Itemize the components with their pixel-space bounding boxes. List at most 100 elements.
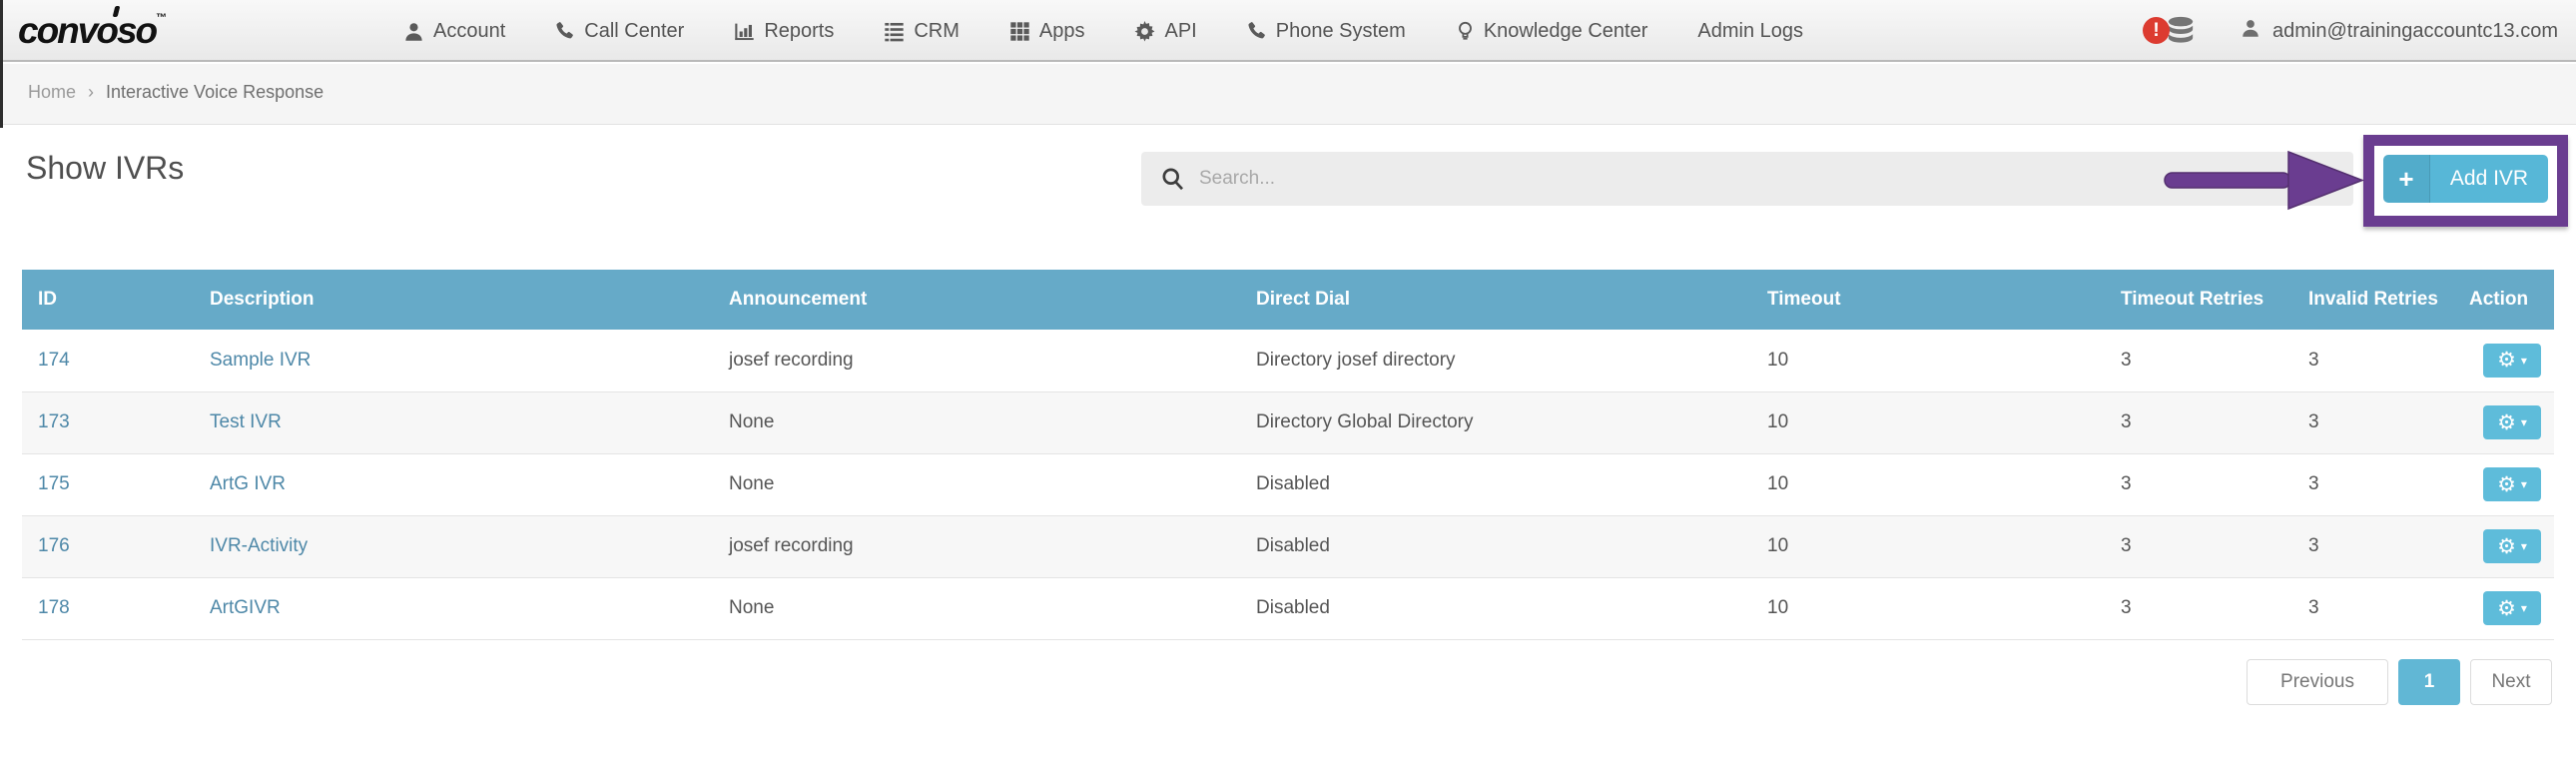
nav-item-call-center[interactable]: Call Center [555, 20, 684, 43]
ivr-direct-dial: Disabled [1256, 597, 1330, 618]
breadcrumb-current: Interactive Voice Response [106, 82, 324, 102]
breadcrumb-bar: Home › Interactive Voice Response [0, 64, 2576, 125]
grid-icon [1009, 21, 1030, 42]
ivr-timeout: 10 [1767, 535, 1789, 556]
table-row: 175 ArtG IVR None Disabled 10 3 3 ⚙ ▾ [22, 453, 2554, 515]
col-header-id: ID [38, 289, 57, 310]
pagination: Previous 1 Next [2247, 659, 2552, 705]
ivr-invalid-retries: 3 [2308, 473, 2319, 494]
database-alert-indicator[interactable]: ! [2142, 11, 2201, 51]
ivr-direct-dial: Disabled [1256, 473, 1330, 494]
ivr-announcement: None [729, 473, 775, 494]
user-icon [2241, 18, 2260, 44]
gear-icon: ⚙ [2497, 349, 2516, 373]
ivr-description-link[interactable]: IVR-Activity [210, 535, 308, 556]
lightbulb-icon [1456, 21, 1475, 42]
nav-item-reports[interactable]: Reports [734, 20, 834, 43]
chevron-down-icon: ▾ [2520, 477, 2527, 491]
ivr-timeout: 10 [1767, 411, 1789, 432]
nav-label: Knowledge Center [1483, 19, 1648, 42]
table-row: 176 IVR-Activity josef recording Disable… [22, 515, 2554, 577]
ivr-timeout-retries: 3 [2121, 349, 2132, 371]
bar-chart-icon [734, 21, 755, 42]
table-header-row: ID Description Announcement Direct Dial … [22, 270, 2554, 330]
ivr-timeout: 10 [1767, 349, 1789, 371]
ivr-description-link[interactable]: Sample IVR [210, 350, 311, 371]
ivr-timeout-retries: 3 [2121, 535, 2132, 556]
col-header-announcement: Announcement [729, 289, 868, 310]
ivr-description-link[interactable]: Test IVR [210, 411, 282, 432]
add-ivr-button[interactable]: + Add IVR [2383, 155, 2548, 203]
table-row: 178 ArtGIVR None Disabled 10 3 3 ⚙ ▾ [22, 577, 2554, 639]
ivr-invalid-retries: 3 [2308, 597, 2319, 618]
gear-icon: ⚙ [2497, 472, 2516, 496]
nav-item-api[interactable]: API [1134, 20, 1197, 43]
ivr-id-link[interactable]: 173 [38, 411, 70, 432]
ivr-table: ID Description Announcement Direct Dial … [22, 270, 2554, 640]
nav-item-admin-logs[interactable]: Admin Logs [1697, 20, 1803, 43]
annotation-highlight-box: + Add IVR [2363, 135, 2568, 227]
breadcrumb-home-link[interactable]: Home [28, 82, 76, 103]
gear-icon: ⚙ [2497, 534, 2516, 558]
previous-page-button[interactable]: Previous [2247, 659, 2388, 705]
ivr-timeout-retries: 3 [2121, 597, 2132, 618]
nav-item-phone-system[interactable]: Phone System [1247, 20, 1406, 43]
ivr-timeout: 10 [1767, 597, 1789, 618]
phone-icon [1247, 21, 1267, 41]
gear-icon [1134, 20, 1155, 42]
top-navbar: convoso™ Account Call Center Reports CRM… [0, 0, 2576, 128]
nav-label: Phone System [1275, 19, 1406, 42]
search-input[interactable] [1199, 152, 2327, 206]
ivr-announcement: None [729, 411, 775, 432]
search-box [1141, 152, 2353, 206]
table-row: 174 Sample IVR josef recording Directory… [22, 330, 2554, 391]
ivr-id-link[interactable]: 175 [38, 473, 70, 494]
ivr-invalid-retries: 3 [2308, 535, 2319, 556]
ivr-timeout-retries: 3 [2121, 411, 2132, 432]
ivr-announcement: josef recording [729, 535, 854, 556]
ivr-timeout-retries: 3 [2121, 473, 2132, 494]
row-actions-button[interactable]: ⚙ ▾ [2483, 405, 2541, 439]
ivr-id-link[interactable]: 176 [38, 535, 70, 556]
breadcrumb-separator-icon: › [88, 82, 95, 102]
current-page-button[interactable]: 1 [2398, 659, 2460, 705]
row-actions-button[interactable]: ⚙ ▾ [2483, 591, 2541, 625]
convoso-logo[interactable]: convoso™ [18, 6, 167, 52]
gear-icon: ⚙ [2497, 596, 2516, 620]
ivr-announcement: josef recording [729, 349, 854, 371]
col-header-timeout: Timeout [1767, 289, 1841, 310]
chevron-down-icon: ▾ [2520, 601, 2527, 615]
table-row: 173 Test IVR None Directory Global Direc… [22, 391, 2554, 453]
nav-item-crm[interactable]: CRM [884, 20, 960, 43]
chevron-down-icon: ▾ [2520, 539, 2527, 553]
ivr-direct-dial: Directory josef directory [1256, 349, 1456, 371]
show-ivrs-page: convoso™ Account Call Center Reports CRM… [0, 0, 2576, 773]
main-nav: Account Call Center Reports CRM Apps API… [403, 0, 1803, 62]
ivr-id-link[interactable]: 174 [38, 350, 70, 371]
col-header-direct-dial: Direct Dial [1256, 289, 1350, 310]
ivr-id-link[interactable]: 178 [38, 597, 70, 618]
nav-label: Reports [764, 19, 835, 42]
user-email: admin@trainingaccountc13.com [2271, 19, 2558, 42]
chevron-down-icon: ▾ [2520, 353, 2527, 368]
nav-label: Admin Logs [1697, 19, 1803, 42]
nav-label: Call Center [584, 19, 685, 42]
user-menu[interactable]: admin@trainingaccountc13.com [2241, 18, 2558, 44]
nav-label: Apps [1038, 19, 1085, 42]
phone-icon [555, 21, 575, 41]
row-actions-button[interactable]: ⚙ ▾ [2483, 467, 2541, 501]
ivr-description-link[interactable]: ArtG IVR [210, 473, 286, 494]
next-page-button[interactable]: Next [2470, 659, 2552, 705]
col-header-description: Description [210, 289, 315, 310]
row-actions-button[interactable]: ⚙ ▾ [2483, 343, 2541, 378]
ivr-description-link[interactable]: ArtGIVR [210, 597, 281, 618]
nav-item-knowledge-center[interactable]: Knowledge Center [1456, 19, 1648, 43]
row-actions-button[interactable]: ⚙ ▾ [2483, 529, 2541, 563]
nav-label: Account [433, 19, 506, 42]
add-ivr-label: Add IVR [2449, 167, 2529, 190]
col-header-action: Action [2469, 289, 2529, 310]
nav-item-account[interactable]: Account [403, 20, 505, 43]
nav-item-apps[interactable]: Apps [1009, 19, 1085, 43]
window-edge [0, 0, 3, 128]
nav-label: CRM [914, 19, 960, 42]
